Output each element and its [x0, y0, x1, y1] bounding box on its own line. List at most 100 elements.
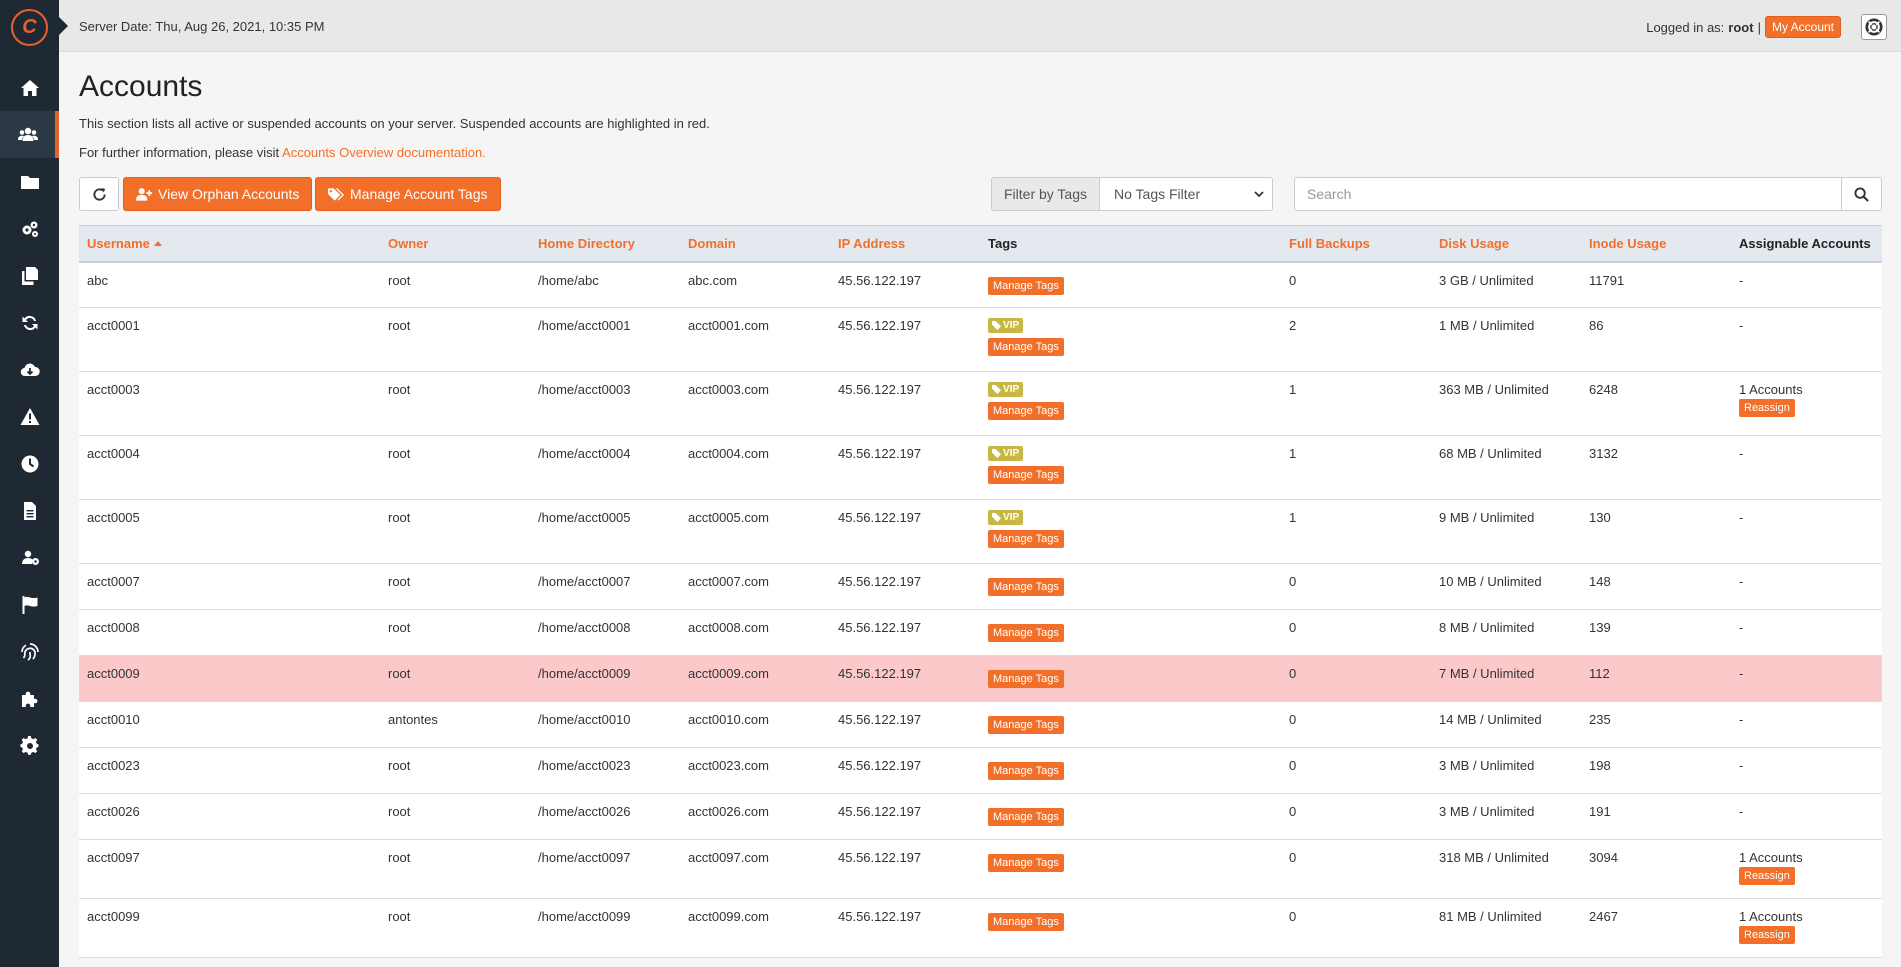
column-header-username[interactable]: Username	[79, 225, 380, 263]
column-header-full-backups[interactable]: Full Backups	[1281, 225, 1431, 263]
column-header-owner[interactable]: Owner	[380, 225, 530, 263]
manage-tags-button[interactable]: Manage Tags	[988, 913, 1064, 931]
cell-full-backups: 1	[1281, 499, 1431, 564]
cell-full-backups: 0	[1281, 747, 1431, 794]
table-row[interactable]: acct0001 root/home/acct0001 acct0001.com 45…	[79, 307, 1882, 372]
assignable-value: -	[1739, 804, 1744, 819]
manage-tags-button[interactable]: Manage Tags	[988, 578, 1064, 596]
cell-ip-address: 45.56.122.197	[830, 793, 980, 840]
column-header-domain[interactable]: Domain	[680, 225, 830, 263]
table-row[interactable]: acct0003 root/home/acct0003 acct0003.com 45…	[79, 371, 1882, 436]
table-row[interactable]: acct0007 root/home/acct0007 acct0007.com 45…	[79, 563, 1882, 610]
table-row[interactable]: acct0099 root/home/acct0099 acct0099.com 45…	[79, 898, 1882, 958]
warning-icon	[20, 407, 39, 425]
cell-owner: root	[380, 307, 530, 372]
table-row[interactable]: acct0097 root/home/acct0097 acct0097.com 45…	[79, 839, 1882, 899]
sidebar-item-users[interactable]	[0, 111, 59, 158]
table-row[interactable]: acct0004 root/home/acct0004 acct0004.com 45…	[79, 435, 1882, 500]
user-plus-icon	[136, 187, 153, 201]
cpanel-logo[interactable]: C	[11, 9, 48, 46]
reassign-button[interactable]: Reassign	[1739, 867, 1795, 885]
cell-inode-usage: 6248	[1581, 371, 1731, 436]
cell-username: acct0007	[79, 563, 380, 610]
manage-tags-button[interactable]: Manage Tags	[988, 402, 1064, 420]
cell-disk-usage: 318 MB / Unlimited	[1431, 839, 1581, 899]
cell-inode-usage: 3094	[1581, 839, 1731, 899]
column-header-ip-address[interactable]: IP Address	[830, 225, 980, 263]
sidebar-item-copy[interactable]	[0, 252, 59, 299]
sidebar-item-folder[interactable]	[0, 158, 59, 205]
cell-owner: root	[380, 609, 530, 656]
sidebar-item-cogs[interactable]	[0, 205, 59, 252]
sidebar-item-users-cog[interactable]	[0, 534, 59, 581]
cogs-icon	[22, 221, 38, 237]
cell-assignable-accounts: -	[1731, 499, 1882, 564]
column-header-disk-usage[interactable]: Disk Usage	[1431, 225, 1581, 263]
server-date: Server Date: Thu, Aug 26, 2021, 10:35 PM	[79, 19, 325, 34]
column-header-home-directory[interactable]: Home Directory	[530, 225, 680, 263]
sidebar-item-gear[interactable]	[0, 722, 59, 769]
column-header-inode-usage[interactable]: Inode Usage	[1581, 225, 1731, 263]
help-button[interactable]	[1861, 14, 1887, 40]
refresh-icon	[92, 187, 106, 201]
sidebar-item-puzzle[interactable]	[0, 675, 59, 722]
manage-tags-button[interactable]: Manage Tags	[988, 670, 1064, 688]
reassign-button[interactable]: Reassign	[1739, 399, 1795, 417]
sidebar-item-flag[interactable]	[0, 581, 59, 628]
table-row[interactable]: acct0009 root/home/acct0009 acct0009.com 45…	[79, 655, 1882, 702]
flag-icon	[22, 595, 37, 614]
cell-home-directory: /home/acct0026	[530, 793, 680, 840]
view-orphan-accounts-button[interactable]: View Orphan Accounts	[123, 177, 313, 211]
table-row[interactable]: acct0008 root/home/acct0008 acct0008.com 45…	[79, 609, 1882, 656]
sidebar-item-home[interactable]	[0, 64, 59, 111]
manage-tags-button[interactable]: Manage Tags	[988, 762, 1064, 780]
manage-tags-button[interactable]: Manage Tags	[988, 808, 1064, 826]
sidebar-item-warning[interactable]	[0, 393, 59, 440]
manage-tags-button[interactable]: Manage Tags	[988, 854, 1064, 872]
manage-tags-button[interactable]: Manage Tags	[988, 624, 1064, 642]
cell-disk-usage: 7 MB / Unlimited	[1431, 655, 1581, 702]
login-info: Logged in as: root | My Account	[1646, 16, 1841, 38]
table-row[interactable]: acct0010 antontes/home/acct0010 acct0010.c…	[79, 701, 1882, 748]
sidebar-item-sync[interactable]	[0, 299, 59, 346]
cell-ip-address: 45.56.122.197	[830, 261, 980, 308]
table-row[interactable]: acct0005 root/home/acct0005 acct0005.com 45…	[79, 499, 1882, 564]
manage-tags-button[interactable]: Manage Tags	[988, 530, 1064, 548]
table-row[interactable]: acct0026 root/home/acct0026 acct0026.com 45…	[79, 793, 1882, 840]
cell-tags: Manage Tags	[980, 793, 1281, 840]
documentation-link[interactable]: Accounts Overview documentation.	[282, 145, 486, 160]
cell-ip-address: 45.56.122.197	[830, 747, 980, 794]
cell-disk-usage: 14 MB / Unlimited	[1431, 701, 1581, 748]
search-input[interactable]: Search	[1294, 177, 1842, 211]
cell-username: acct0010	[79, 701, 380, 748]
manage-account-tags-label: Manage Account Tags	[350, 186, 488, 202]
manage-tags-button[interactable]: Manage Tags	[988, 338, 1064, 356]
cell-full-backups: 0	[1281, 609, 1431, 656]
cell-username: acct0009	[79, 655, 380, 702]
sidebar-item-file[interactable]	[0, 487, 59, 534]
tags-filter-select[interactable]: No Tags Filter	[1100, 177, 1273, 211]
cell-ip-address: 45.56.122.197	[830, 609, 980, 656]
page-info: For further information, please visit Ac…	[79, 145, 486, 160]
reassign-button[interactable]: Reassign	[1739, 926, 1795, 944]
my-account-button[interactable]: My Account	[1764, 16, 1841, 38]
table-row[interactable]: acct0023 root/home/acct0023 acct0023.com 45…	[79, 747, 1882, 794]
manage-tags-button[interactable]: Manage Tags	[988, 716, 1064, 734]
sidebar-item-fingerprint[interactable]	[0, 628, 59, 675]
vip-label: VIP	[1003, 512, 1020, 523]
refresh-button[interactable]	[79, 177, 119, 211]
search-button[interactable]	[1842, 177, 1882, 211]
sidebar-item-clock[interactable]	[0, 440, 59, 487]
manage-tags-button[interactable]: Manage Tags	[988, 466, 1064, 484]
sidebar-item-cloud-download[interactable]	[0, 346, 59, 393]
assignable-value: -	[1739, 666, 1744, 681]
clock-icon	[21, 455, 38, 472]
table-row[interactable]: abc root/home/abc abc.com 45.56.122.197 Mana…	[79, 261, 1882, 308]
view-orphan-label: View Orphan Accounts	[158, 186, 300, 202]
manage-tags-button[interactable]: Manage Tags	[988, 276, 1064, 295]
lifebuoy-icon	[1865, 18, 1883, 36]
cell-tags: VIP Manage Tags	[980, 371, 1281, 436]
cell-ip-address: 45.56.122.197	[830, 701, 980, 748]
users-cog-icon	[21, 550, 39, 565]
manage-account-tags-button[interactable]: Manage Account Tags	[315, 177, 501, 211]
